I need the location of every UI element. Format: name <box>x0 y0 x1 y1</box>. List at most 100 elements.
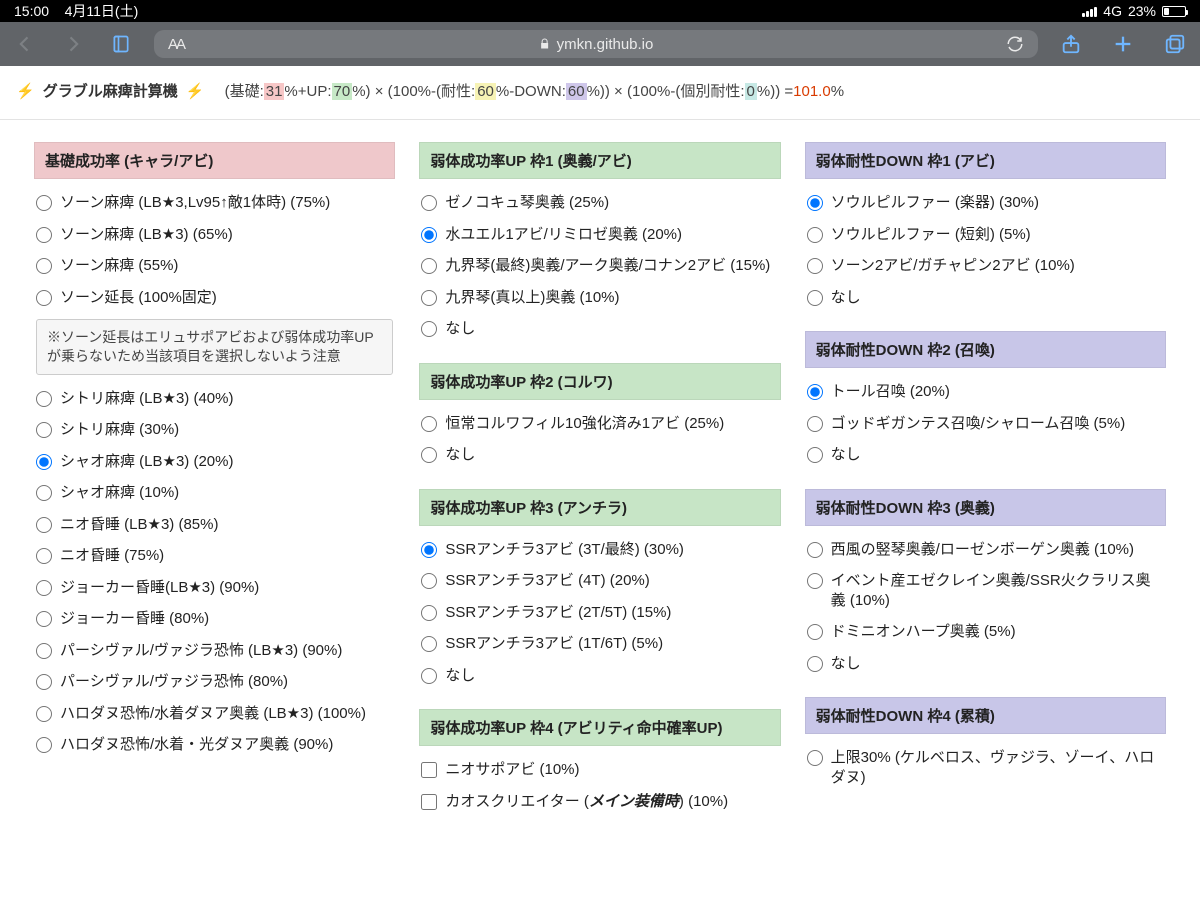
address-bar[interactable]: AA ymkn.github.io <box>154 30 1038 58</box>
radio-option[interactable]: ドミニオンハープ奥義 (5%) <box>805 616 1166 648</box>
radio-input[interactable] <box>421 668 437 684</box>
radio-input[interactable] <box>807 573 823 589</box>
checkbox-input[interactable] <box>421 794 437 810</box>
radio-option[interactable]: イベント産エゼクレイン奥義/SSR火クラリス奥義 (10%) <box>805 565 1166 616</box>
checkbox-option[interactable]: カオスクリエイター (メイン装備時) (10%) <box>419 786 780 818</box>
radio-input[interactable] <box>421 636 437 652</box>
radio-input[interactable] <box>807 542 823 558</box>
radio-option[interactable]: 上限30% (ケルベロス、ヴァジラ、ゾーイ、ハロダヌ) <box>805 742 1166 793</box>
radio-input[interactable] <box>36 195 52 211</box>
radio-option[interactable]: ソウルピルファー (短剣) (5%) <box>805 219 1166 251</box>
radio-input[interactable] <box>421 227 437 243</box>
radio-input[interactable] <box>807 656 823 672</box>
radio-input[interactable] <box>36 391 52 407</box>
back-button[interactable] <box>10 34 40 54</box>
radio-option[interactable]: ニオ昏睡 (LB★3) (85%) <box>34 509 395 541</box>
radio-option[interactable]: ゴッドギガンテス召喚/シャローム召喚 (5%) <box>805 408 1166 440</box>
reader-aa-button[interactable]: AA <box>168 36 184 53</box>
radio-input[interactable] <box>807 290 823 306</box>
radio-input[interactable] <box>807 258 823 274</box>
radio-input[interactable] <box>421 573 437 589</box>
radio-input[interactable] <box>421 195 437 211</box>
radio-input[interactable] <box>807 227 823 243</box>
radio-option[interactable]: ジョーカー昏睡(LB★3) (90%) <box>34 572 395 604</box>
bolt-icon: ⚡ <box>186 82 205 100</box>
radio-option[interactable]: SSRアンチラ3アビ (2T/5T) (15%) <box>419 597 780 629</box>
radio-label: パーシヴァル/ヴァジラ恐怖 (LB★3) (90%) <box>60 641 342 661</box>
radio-option[interactable]: なし <box>419 660 780 692</box>
radio-input[interactable] <box>36 643 52 659</box>
radio-option[interactable]: なし <box>805 282 1166 314</box>
radio-option[interactable]: ソーン2アビ/ガチャピン2アビ (10%) <box>805 250 1166 282</box>
radio-input[interactable] <box>807 447 823 463</box>
radio-input[interactable] <box>36 737 52 753</box>
radio-input[interactable] <box>807 195 823 211</box>
radio-option[interactable]: なし <box>805 648 1166 680</box>
radio-input[interactable] <box>36 517 52 533</box>
radio-input[interactable] <box>36 706 52 722</box>
radio-option[interactable]: なし <box>419 439 780 471</box>
radio-input[interactable] <box>36 485 52 501</box>
radio-option[interactable]: パーシヴァル/ヴァジラ恐怖 (LB★3) (90%) <box>34 635 395 667</box>
radio-input[interactable] <box>36 290 52 306</box>
radio-input[interactable] <box>421 447 437 463</box>
radio-input[interactable] <box>807 750 823 766</box>
radio-option[interactable]: パーシヴァル/ヴァジラ恐怖 (80%) <box>34 666 395 698</box>
section-header-up1: 弱体成功率UP 枠1 (奥義/アビ) <box>419 142 780 179</box>
radio-option[interactable]: ニオ昏睡 (75%) <box>34 540 395 572</box>
radio-option[interactable]: ソーン麻痺 (55%) <box>34 250 395 282</box>
radio-option[interactable]: シトリ麻痺 (LB★3) (40%) <box>34 383 395 415</box>
radio-input[interactable] <box>36 611 52 627</box>
radio-option[interactable]: SSRアンチラ3アビ (3T/最終) (30%) <box>419 534 780 566</box>
column-up-rate: 弱体成功率UP 枠1 (奥義/アビ) ゼノコキュ琴奥義 (25%)水ユエル1アビ… <box>419 142 780 817</box>
checkbox-option[interactable]: ニオサポアビ (10%) <box>419 754 780 786</box>
radio-input[interactable] <box>36 227 52 243</box>
radio-option[interactable]: シトリ麻痺 (30%) <box>34 414 395 446</box>
radio-option[interactable]: SSRアンチラ3アビ (4T) (20%) <box>419 565 780 597</box>
radio-option[interactable]: 恒常コルワフィル10強化済み1アビ (25%) <box>419 408 780 440</box>
bookmarks-button[interactable] <box>106 34 136 54</box>
radio-option[interactable]: トール召喚 (20%) <box>805 376 1166 408</box>
radio-input[interactable] <box>421 258 437 274</box>
radio-option[interactable]: 水ユエル1アビ/リミロゼ奥義 (20%) <box>419 219 780 251</box>
radio-label: なし <box>445 445 475 465</box>
radio-input[interactable] <box>807 624 823 640</box>
radio-input[interactable] <box>807 416 823 432</box>
radio-input[interactable] <box>36 258 52 274</box>
radio-input[interactable] <box>36 454 52 470</box>
radio-input[interactable] <box>807 384 823 400</box>
radio-input[interactable] <box>421 290 437 306</box>
radio-option[interactable]: 西風の竪琴奥義/ローゼンボーゲン奥義 (10%) <box>805 534 1166 566</box>
radio-option[interactable]: なし <box>419 313 780 345</box>
share-button[interactable] <box>1056 33 1086 55</box>
radio-option[interactable]: ハロダヌ恐怖/水着ダヌア奥義 (LB★3) (100%) <box>34 698 395 730</box>
tabs-button[interactable] <box>1160 33 1190 55</box>
radio-input[interactable] <box>36 674 52 690</box>
radio-option[interactable]: ハロダヌ恐怖/水着・光ダヌア奥義 (90%) <box>34 729 395 761</box>
radio-input[interactable] <box>421 321 437 337</box>
radio-option[interactable]: なし <box>805 439 1166 471</box>
radio-input[interactable] <box>36 422 52 438</box>
radio-input[interactable] <box>421 605 437 621</box>
radio-option[interactable]: ジョーカー昏睡 (80%) <box>34 603 395 635</box>
radio-option[interactable]: ゼノコキュ琴奥義 (25%) <box>419 187 780 219</box>
radio-option[interactable]: ソーン延長 (100%固定) <box>34 282 395 314</box>
network-label: 4G <box>1103 3 1122 19</box>
radio-option[interactable]: 九界琴(真以上)奥義 (10%) <box>419 282 780 314</box>
radio-option[interactable]: シャオ麻痺 (LB★3) (20%) <box>34 446 395 478</box>
forward-button[interactable] <box>58 34 88 54</box>
reload-button[interactable] <box>1006 35 1024 53</box>
radio-option[interactable]: SSRアンチラ3アビ (1T/6T) (5%) <box>419 628 780 660</box>
radio-option[interactable]: 九界琴(最終)奥義/アーク奥義/コナン2アビ (15%) <box>419 250 780 282</box>
radio-input[interactable] <box>36 580 52 596</box>
new-tab-button[interactable] <box>1108 33 1138 55</box>
radio-option[interactable]: ソーン麻痺 (LB★3,Lv95↑敵1体時) (75%) <box>34 187 395 219</box>
radio-input[interactable] <box>421 542 437 558</box>
checkbox-input[interactable] <box>421 762 437 778</box>
radio-option[interactable]: ソーン麻痺 (LB★3) (65%) <box>34 219 395 251</box>
radio-option[interactable]: ソウルピルファー (楽器) (30%) <box>805 187 1166 219</box>
radio-input[interactable] <box>421 416 437 432</box>
radio-label: なし <box>831 288 861 308</box>
radio-input[interactable] <box>36 548 52 564</box>
radio-option[interactable]: シャオ麻痺 (10%) <box>34 477 395 509</box>
